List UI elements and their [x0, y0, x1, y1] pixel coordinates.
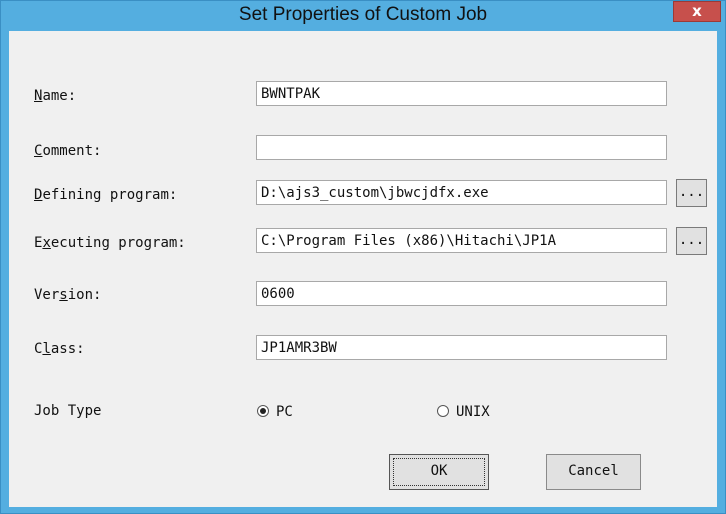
job-type-radio-unix-label: UNIX	[456, 404, 490, 420]
comment-label: Comment:	[34, 142, 101, 160]
name-label: Name:	[34, 87, 76, 105]
title-bar[interactable]: Set Properties of Custom Job x	[1, 1, 725, 31]
class-input[interactable]: JP1AMR3BW	[256, 335, 667, 360]
close-button[interactable]: x	[673, 1, 721, 22]
version-label-hotkey: s	[59, 287, 68, 303]
class-label-hotkey: l	[42, 341, 51, 357]
version-label-text: ion:	[67, 287, 102, 303]
executing-program-browse-button[interactable]: ...	[676, 227, 707, 255]
job-type-label: Job Type	[34, 403, 102, 419]
window-title: Set Properties of Custom Job	[238, 4, 488, 25]
executing-program-input[interactable]: C:\Program Files (x86)\Hitachi\JP1A	[256, 228, 667, 253]
comment-input[interactable]	[256, 135, 667, 160]
defining-program-input[interactable]: D:\ajs3_custom\jbwcjdfx.exe	[256, 180, 667, 205]
ok-button[interactable]: OK	[389, 454, 489, 490]
executing-program-label-hotkey: x	[42, 235, 51, 251]
job-type-radio-pc-label: PC	[276, 404, 293, 420]
dialog-client-area: Name: BWNTPAK Comment: Defining program:…	[9, 31, 717, 507]
dialog-window: Set Properties of Custom Job x Name: BWN…	[0, 0, 726, 514]
name-input[interactable]: BWNTPAK	[256, 81, 667, 106]
ok-button-label: OK	[430, 463, 448, 479]
defining-program-browse-button[interactable]: ...	[676, 179, 707, 207]
version-input[interactable]: 0600	[256, 281, 667, 306]
name-label-text: ame:	[42, 88, 77, 104]
class-label: Class:	[34, 340, 85, 358]
comment-label-text: omment:	[42, 143, 102, 159]
defining-program-label-text: efining program:	[42, 187, 178, 203]
executing-program-label: Executing program:	[34, 234, 186, 252]
executing-program-label-text: ecuting program:	[50, 235, 186, 251]
version-label-pre: Ver	[34, 287, 60, 303]
radio-unselected-icon	[437, 405, 449, 417]
radio-selected-icon	[257, 405, 269, 417]
close-icon: x	[692, 2, 702, 20]
defining-program-label: Defining program:	[34, 186, 177, 204]
version-label: Version:	[34, 286, 101, 304]
cancel-button[interactable]: Cancel	[546, 454, 641, 490]
class-label-text: ass:	[50, 341, 85, 357]
